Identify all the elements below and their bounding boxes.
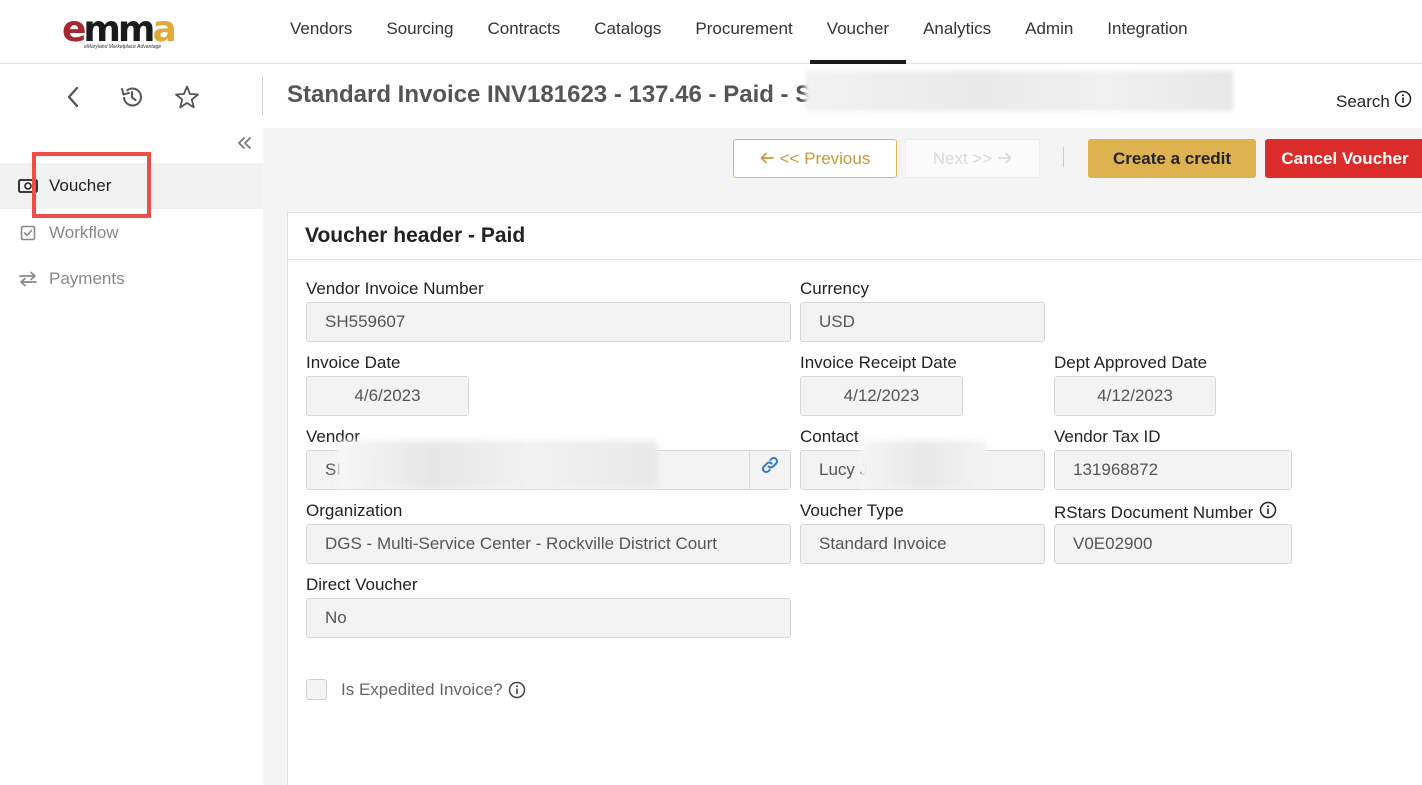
redacted-vendor-name [337,441,657,489]
redacted-title-area [805,71,1233,111]
cancel-voucher-button[interactable]: Cancel Voucher [1265,139,1422,178]
vendor-invoice-number-label: Vendor Invoice Number [306,279,484,298]
main-content: << Previous Next >> Create a credit Canc… [263,128,1422,785]
checkbox-icon [18,223,38,243]
nav-contracts[interactable]: Contracts [471,0,578,64]
info-icon[interactable] [1259,501,1277,524]
search-link[interactable]: Search [1336,90,1412,113]
currency-label: Currency [800,279,869,298]
invoice-receipt-date-field[interactable]: 4/12/2023 [800,376,963,416]
arrow-right-icon [998,149,1012,169]
history-icon[interactable] [118,83,146,111]
rstars-document-number-label: RStars Document Number [1054,501,1277,524]
info-icon [1394,90,1412,113]
invoice-receipt-date-label: Invoice Receipt Date [800,353,957,372]
expedited-invoice-row: Is Expedited Invoice? [306,679,526,700]
nav-procurement[interactable]: Procurement [678,0,809,64]
vendor-field[interactable]: SI [306,441,791,490]
rstars-document-number-field[interactable]: V0E02900 [1054,524,1292,564]
vendor-tax-id-label: Vendor Tax ID [1054,427,1161,446]
nav-catalogs[interactable]: Catalogs [577,0,678,64]
emma-logo[interactable]: emma eMaryland Marketplace Advantage [62,10,202,52]
currency-field[interactable]: USD [800,302,1045,342]
page-header: Standard Invoice INV181623 - 137.46 - Pa… [0,65,1422,128]
invoice-date-field[interactable]: 4/6/2023 [306,376,469,416]
next-button[interactable]: Next >> [905,139,1040,178]
voucher-type-field[interactable]: Standard Invoice [800,524,1045,564]
arrow-left-icon [760,149,774,169]
expedited-invoice-checkbox[interactable] [306,679,327,700]
nav-admin[interactable]: Admin [1008,0,1090,64]
back-icon[interactable] [59,83,87,111]
highlight-annotation-box [32,152,151,218]
direct-voucher-field[interactable]: No [306,598,791,638]
previous-button[interactable]: << Previous [733,139,897,178]
link-icon [760,451,780,489]
favorite-star-icon[interactable] [173,83,201,111]
header-divider [262,75,263,115]
redacted-contact-name [861,441,986,489]
top-navigation: emma eMaryland Marketplace Advantage Ven… [0,0,1422,64]
previous-label: << Previous [779,148,871,168]
page-title: Standard Invoice INV181623 - 137.46 - Pa… [287,81,818,108]
sidebar-item-label: Workflow [49,223,119,242]
rstars-label-text: RStars Document Number [1054,502,1254,522]
next-label: Next >> [932,148,993,168]
organization-label: Organization [306,501,403,520]
dept-approved-date-field[interactable]: 4/12/2023 [1054,376,1216,416]
nav-voucher[interactable]: Voucher [809,0,907,64]
dept-approved-date-label: Dept Approved Date [1054,353,1208,372]
nav-sourcing[interactable]: Sourcing [369,0,470,64]
sidebar: Voucher Workflow Payments [0,128,263,785]
nav-integration[interactable]: Integration [1090,0,1204,64]
expedited-invoice-label: Is Expedited Invoice? [341,679,503,699]
sidebar-item-payments[interactable]: Payments [0,256,263,302]
nav-vendors[interactable]: Vendors [273,0,369,64]
logo-tagline: eMaryland Marketplace Advantage [84,44,162,50]
search-label: Search [1336,91,1390,111]
main-menu: Vendors Sourcing Contracts Catalogs Proc… [273,0,1205,64]
contact-field[interactable]: Lucy J [800,441,1045,490]
collapse-sidebar-icon[interactable] [236,136,252,155]
transfer-arrows-icon [18,269,38,289]
direct-voucher-label: Direct Voucher [306,575,418,594]
info-icon[interactable] [508,681,526,699]
vendor-tax-id-field[interactable]: 131968872 [1054,450,1292,490]
contact-label: Contact [800,427,859,446]
button-separator [1063,147,1064,167]
voucher-header-card: Voucher header - Paid Vendor Invoice Num… [287,212,1422,785]
organization-field[interactable]: DGS - Multi-Service Center - Rockville D… [306,524,791,564]
sidebar-item-label: Payments [49,269,125,288]
voucher-type-label: Voucher Type [800,501,904,520]
create-credit-button[interactable]: Create a credit [1088,139,1256,178]
card-divider [288,259,1422,260]
invoice-date-label: Invoice Date [306,353,401,372]
nav-analytics[interactable]: Analytics [906,0,1008,64]
vendor-invoice-number-field[interactable]: SH559607 [306,302,791,342]
vendor-link-button[interactable] [749,451,790,489]
card-title: Voucher header - Paid [305,224,526,247]
